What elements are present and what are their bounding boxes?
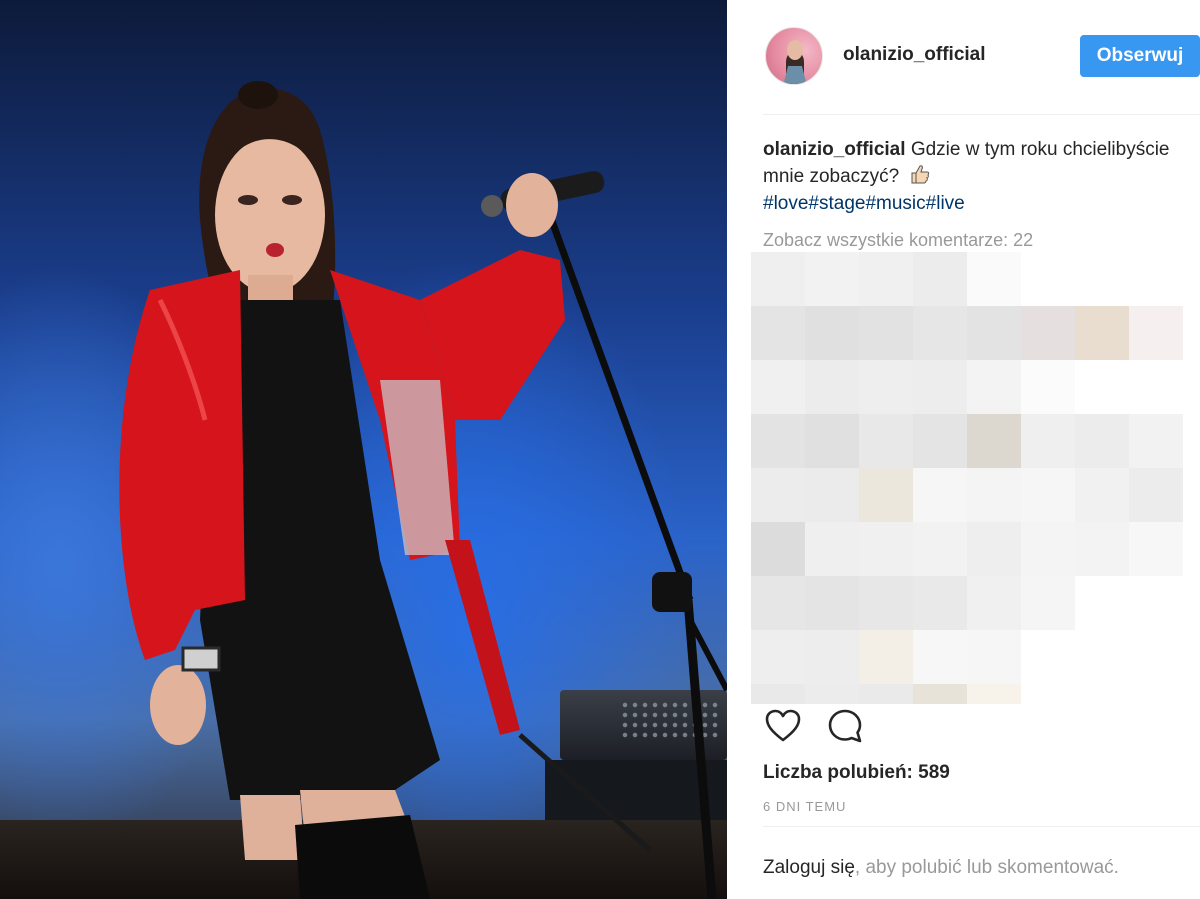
post-timestamp[interactable]: 6 DNI TEMU (763, 799, 846, 814)
comment-bubble-icon (828, 709, 862, 743)
view-all-comments-link[interactable]: Zobacz wszystkie komentarze: 22 (763, 230, 1033, 251)
post-caption: olanizio_official Gdzie w tym roku chcie… (763, 136, 1183, 217)
post-photo (0, 0, 727, 899)
post-sidebar: olanizio_official Obserwuj olanizio_offi… (727, 0, 1200, 899)
footer-divider (763, 826, 1200, 827)
caption-hashtags[interactable]: #love#stage#music#live (763, 193, 965, 214)
follow-button[interactable]: Obserwuj (1080, 35, 1200, 77)
header-divider (763, 114, 1200, 115)
singer-figure (119, 81, 565, 899)
pixelated-comments (751, 252, 1183, 704)
header-username[interactable]: olanizio_official (843, 44, 986, 66)
likes-count[interactable]: Liczba polubień: 589 (763, 762, 950, 784)
thumbs-up-emoji-icon (911, 165, 929, 184)
login-prompt-text: , aby polubić lub skomentować. (854, 857, 1119, 878)
caption-username[interactable]: olanizio_official (763, 139, 906, 160)
post-actions (763, 706, 963, 746)
avatar-figure (783, 40, 807, 84)
like-button[interactable] (763, 706, 803, 746)
post-header: olanizio_official Obserwuj (727, 0, 1200, 115)
login-prompt: Zaloguj się, aby polubić lub skomentować… (763, 857, 1119, 879)
comment-button[interactable] (825, 706, 865, 746)
login-link[interactable]: Zaloguj się (763, 857, 855, 878)
heart-icon (765, 709, 801, 742)
avatar[interactable] (765, 27, 823, 85)
